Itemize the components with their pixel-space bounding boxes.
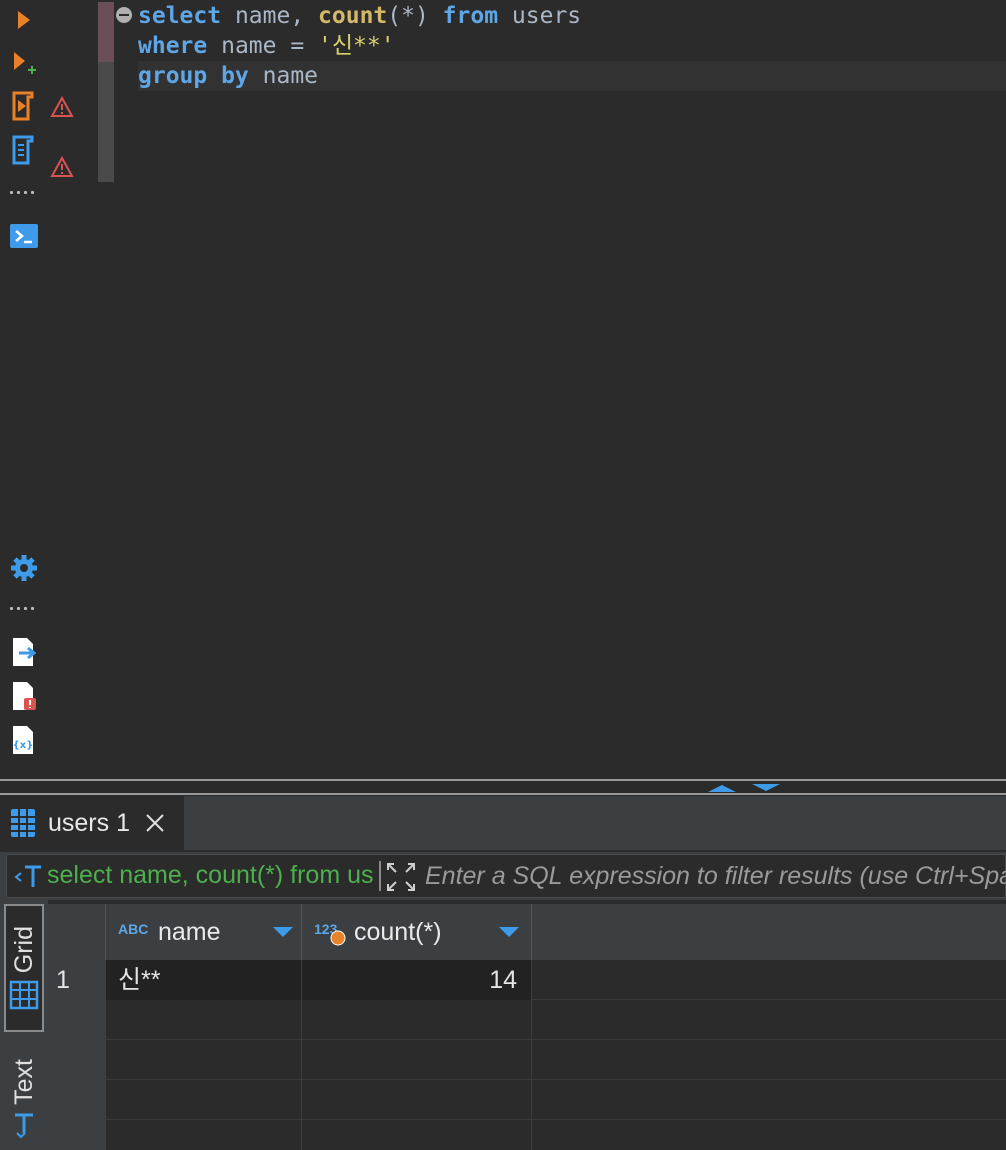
sql-token: name [248,63,319,89]
panel-splitter[interactable] [0,779,1006,781]
chevron-down-icon[interactable] [498,926,520,938]
results-tab-label: users 1 [48,808,130,837]
grid-view-label: Grid [9,926,38,974]
cell-name [106,1040,302,1080]
execute-script-new-tab-button[interactable] [8,134,40,166]
text-view-tab[interactable]: Text [4,1048,44,1150]
warning-icon[interactable] [50,156,74,178]
execute-in-new-tab-button[interactable] [8,48,40,80]
filter-expression-input[interactable] [425,859,1006,893]
text-format-icon [15,1113,33,1139]
results-tab-bar: users 1 [0,796,1006,850]
grid-icon [9,980,39,1009]
cell-name [106,1120,302,1150]
row-number [48,1000,106,1040]
code-line-3[interactable]: group by name [138,61,1006,91]
column-header-name[interactable]: ABC name [106,904,302,960]
row-number [48,1120,106,1150]
play-plus-icon [14,52,36,74]
sql-token: name, [221,3,319,29]
row-number [48,1080,106,1120]
chevron-down-icon[interactable] [272,926,294,938]
file-error-icon [13,682,36,710]
open-console-button[interactable] [8,220,40,252]
play-icon [18,11,30,29]
sql-token: where [138,33,208,59]
sql-token: '신**' [318,33,395,59]
column-header-label: name [158,918,221,946]
cell-count [302,1120,532,1150]
code-line-1[interactable]: select name, count(*) from users [138,1,581,31]
empty-row [48,1120,1006,1150]
panel-splitter-bottom [0,793,1006,795]
empty-header-area [532,904,1006,960]
execute-script-button[interactable] [8,90,40,122]
column-header-count[interactable]: 123 count(*) [302,904,532,960]
grid-view-tab[interactable]: Grid [4,904,44,1032]
query-range-bar [98,2,114,182]
active-query-marker [98,2,114,62]
script-play-icon [12,91,34,121]
sql-token: count [318,3,388,29]
sql-editor[interactable]: select name, count(*) from users where n… [116,0,1006,200]
code-line-2[interactable]: where name = '신**' [138,31,395,61]
key-dot-icon [330,930,346,946]
empty-row [48,1040,1006,1080]
sql-token: select [138,3,222,29]
column-header-label: count(*) [354,918,442,946]
empty-row [48,1000,1006,1040]
toolbar-separator [10,188,40,196]
cell-count[interactable]: 14 [302,960,532,1000]
filter-box: select name, count(*) from users [6,854,1006,898]
script-icon [12,135,34,165]
cell-count [302,1080,532,1120]
expand-icon[interactable] [385,861,417,893]
maximize-restore-arrows-icon[interactable] [706,783,782,793]
filter-bar: select name, count(*) from users [0,852,1006,900]
empty-row [48,1080,1006,1120]
sql-text-icon [14,865,41,887]
sql-token: from [442,3,499,29]
variables-button[interactable]: {x} [8,724,40,756]
toolbar-separator [10,604,40,612]
cell-count [302,1000,532,1040]
cell-name[interactable]: 신** [106,960,302,1000]
cell-name [106,1080,302,1120]
row-number-header[interactable] [48,904,106,960]
svg-text:{x}: {x} [13,740,34,751]
results-tab[interactable]: users 1 [0,796,184,850]
row-number [48,1040,106,1080]
sql-token: users [498,3,582,29]
filter-separator [379,861,381,891]
string-type-icon: ABC [118,921,149,937]
gear-icon [11,555,37,581]
sql-token: (*) [387,3,443,29]
variables-icon: {x} [13,726,34,754]
row-number: 1 [48,960,106,1000]
fold-toggle-icon[interactable] [116,7,132,23]
table-row[interactable]: 1 신** 14 [48,960,1006,1000]
console-icon [10,224,38,248]
sql-token: group by [138,63,249,89]
active-query-text[interactable]: select name, count(*) from users [47,861,373,890]
sql-token: name = [207,33,319,59]
cell-count [302,1040,532,1080]
export-button[interactable] [8,636,40,668]
cell-name [106,1000,302,1040]
script-error-button[interactable] [8,680,40,712]
execute-statement-button[interactable] [8,4,40,36]
result-view-tabs: Grid Text [0,900,48,1150]
result-grid: ABC name 123 count(*) 1 신** 14 [48,904,1006,1150]
text-view-label: Text [9,1059,38,1105]
export-icon [13,638,37,666]
close-icon[interactable] [144,812,166,834]
table-icon [11,809,35,837]
editor-toolbar: {x} [0,0,48,780]
settings-button[interactable] [8,552,40,584]
warning-icon[interactable] [50,96,74,118]
